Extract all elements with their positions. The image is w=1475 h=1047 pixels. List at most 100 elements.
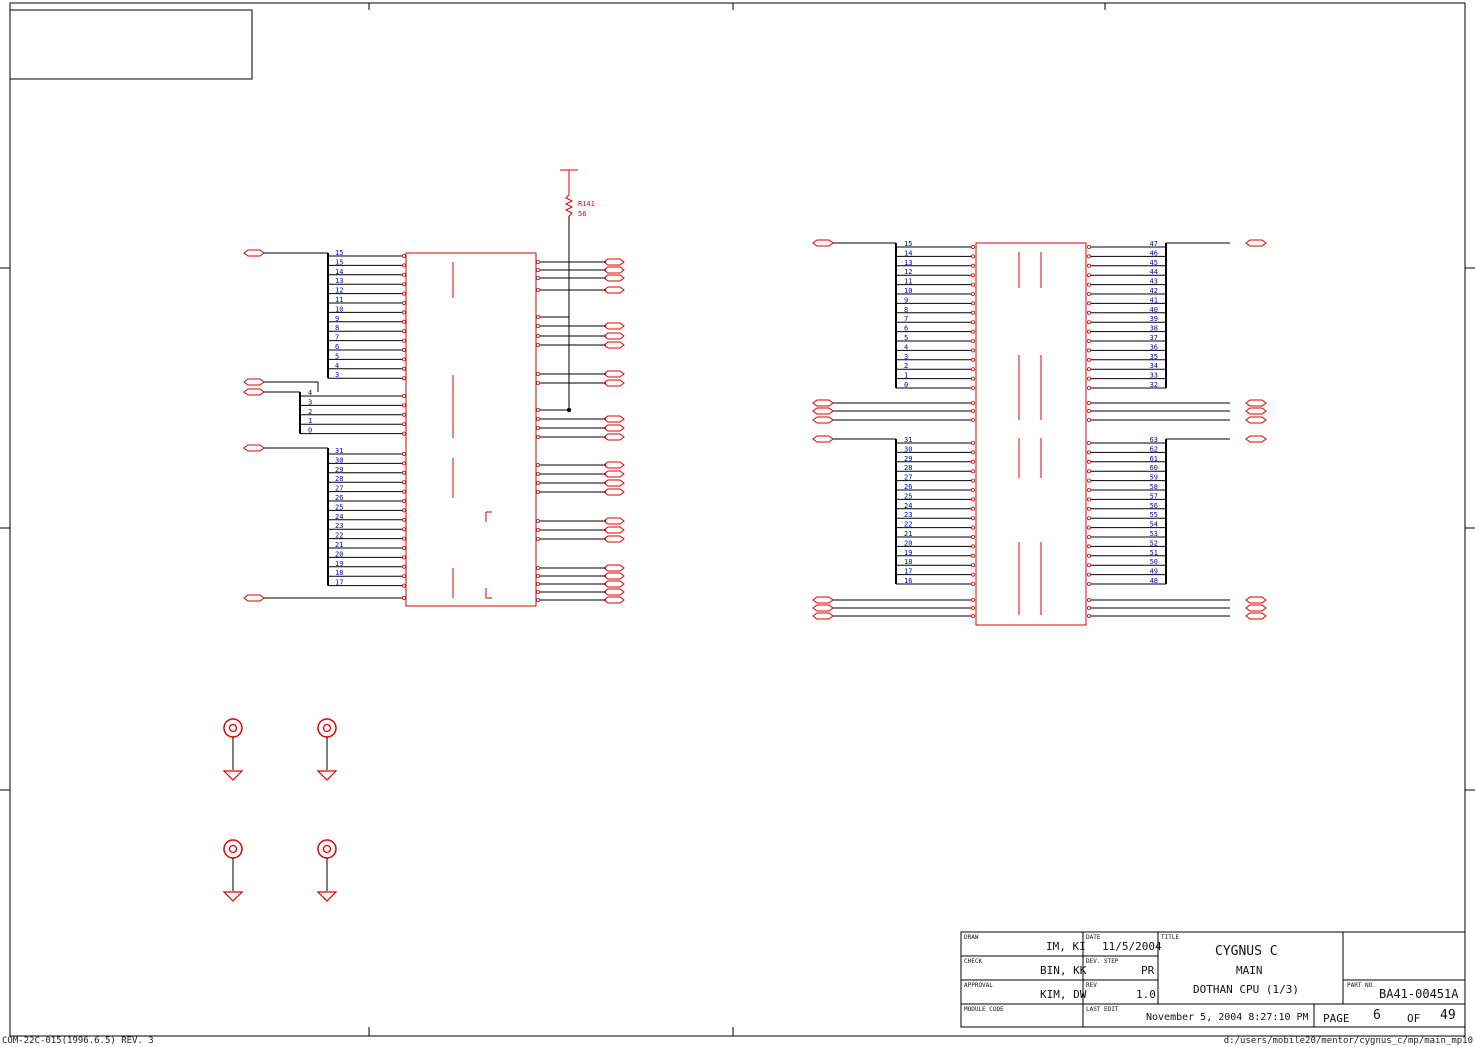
left-right-offpage (603, 580, 625, 588)
of-label: OF (1407, 1012, 1421, 1025)
right-pin-label: 58 (1150, 483, 1158, 491)
ground-icon (222, 891, 244, 902)
check-value: BIN, KK (1040, 964, 1087, 977)
right-pin (1087, 459, 1092, 464)
right-pin (971, 478, 976, 483)
left-pin-label: 23 (335, 522, 343, 530)
right-pin (1087, 544, 1092, 549)
draw-label: DRAW (964, 934, 979, 941)
left-connector-body (405, 252, 537, 607)
page-value: 6 (1373, 1008, 1381, 1023)
left-offpage-small-a (243, 378, 265, 386)
right-pin (971, 497, 976, 502)
left-pin-label: 26 (335, 494, 343, 502)
form-code: COM-22C-015(1996.6.5) REV. 3 (2, 1036, 154, 1046)
right-pin (1087, 367, 1092, 372)
left-pin (401, 470, 406, 475)
right-pin (1087, 263, 1092, 268)
right-pin-label: 7 (904, 315, 908, 323)
right-pin-label: 38 (1150, 325, 1158, 333)
ground-icon (316, 770, 338, 781)
left-offpage-bottom (243, 594, 265, 602)
right-pin (1087, 329, 1092, 334)
right-pin-label: 62 (1150, 445, 1158, 453)
right-pin (1087, 572, 1092, 577)
left-pin-label: 14 (335, 268, 343, 276)
right-pin-label: 50 (1150, 558, 1158, 566)
right-pin-label: 51 (1150, 549, 1158, 557)
right-pin (971, 291, 976, 296)
right-pin (971, 525, 976, 530)
right-pin (1087, 244, 1092, 249)
left-pin (401, 366, 406, 371)
right-offpage-right (1245, 596, 1267, 604)
right-pin (971, 348, 976, 353)
right-pin (971, 614, 976, 619)
left-pin-label: 0 (308, 427, 312, 435)
right-pin-label: 37 (1150, 334, 1158, 342)
right-pin-label: 14 (904, 249, 912, 257)
right-pin-label: 33 (1150, 372, 1158, 380)
right-pin-label: 23 (904, 511, 912, 519)
right-pin (1087, 525, 1092, 530)
right-pin-label: 54 (1150, 521, 1158, 529)
right-pin (971, 273, 976, 278)
left-right-pin (536, 267, 541, 272)
right-pin-label: 21 (904, 530, 912, 538)
left-right-pin (536, 416, 541, 421)
right-pin (971, 367, 976, 372)
left-pin (401, 489, 406, 494)
left-pin-label: 4 (308, 389, 312, 397)
left-right-pin (536, 471, 541, 476)
left-pin-label: 20 (335, 550, 343, 558)
right-pin-label: 59 (1150, 474, 1158, 482)
title-label: TITLE (1161, 934, 1180, 941)
right-pin (971, 450, 976, 455)
right-pin (1087, 506, 1092, 511)
right-pin-label: 31 (904, 436, 912, 444)
left-pin (401, 574, 406, 579)
right-offpage-right (1245, 239, 1267, 247)
right-pin (971, 329, 976, 334)
left-pin-label: 27 (335, 485, 343, 493)
right-pin-label: 8 (904, 306, 908, 314)
left-pin-label: 11 (335, 296, 343, 304)
right-pin (1087, 310, 1092, 315)
left-pin (401, 564, 406, 569)
right-pin-label: 15 (904, 240, 912, 248)
resistor-r141: R141 56 (560, 169, 595, 413)
left-pin-label: 7 (335, 334, 339, 342)
partno-label: PART NO. (1347, 982, 1376, 989)
right-pin (1087, 417, 1092, 422)
right-pin-label: 60 (1150, 464, 1158, 472)
left-right-offpage (603, 258, 625, 266)
left-pin (401, 376, 406, 381)
right-pin (971, 244, 976, 249)
right-pin-label: 40 (1150, 306, 1158, 314)
right-pin (971, 282, 976, 287)
right-pin (1087, 408, 1092, 413)
right-pin (971, 544, 976, 549)
right-bus-connector: 1514131211109876543210474645444342414039… (812, 239, 1267, 626)
left-right-offpage (603, 433, 625, 441)
date-label: DATE (1086, 934, 1101, 941)
left-pin (401, 393, 406, 398)
right-offpage-right (1245, 416, 1267, 424)
right-pin (971, 572, 976, 577)
left-pin (401, 527, 406, 532)
left-pin (401, 461, 406, 466)
left-right-pin (536, 434, 541, 439)
right-pin-label: 11 (904, 278, 912, 286)
right-pin-label: 24 (904, 502, 912, 510)
right-pin (1087, 469, 1092, 474)
left-right-offpage (603, 266, 625, 274)
left-pin (401, 347, 406, 352)
right-pin-label: 48 (1150, 577, 1158, 585)
left-pin (401, 338, 406, 343)
left-pin (401, 422, 406, 427)
left-right-offpage (603, 341, 625, 349)
left-pin (401, 412, 406, 417)
rev-label: REV (1086, 982, 1097, 989)
left-right-pin (536, 333, 541, 338)
right-offpage-right (1245, 407, 1267, 415)
